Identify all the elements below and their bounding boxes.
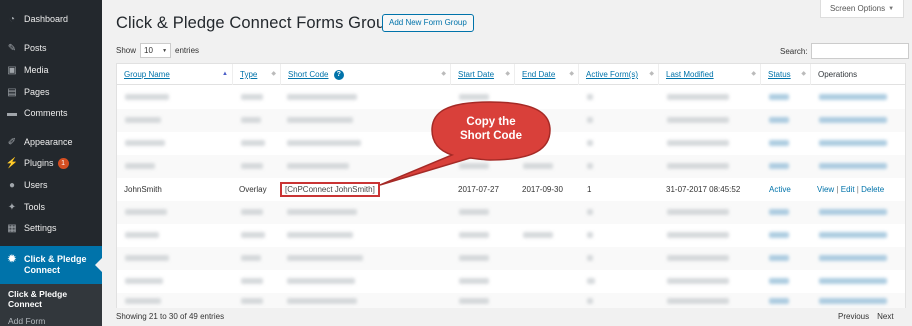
callout-bubble xyxy=(379,101,551,186)
callout-text-line-2: Short Code xyxy=(460,130,522,142)
next-page-button[interactable]: Next xyxy=(877,312,893,321)
pagination: Previous Next xyxy=(838,312,894,321)
copy-short-code-callout: Copy the Short Code xyxy=(379,101,551,186)
callout-text-line-1: Copy the xyxy=(466,116,515,128)
previous-page-button[interactable]: Previous xyxy=(838,312,869,321)
table-info: Showing 21 to 30 of 49 entries xyxy=(116,312,225,321)
